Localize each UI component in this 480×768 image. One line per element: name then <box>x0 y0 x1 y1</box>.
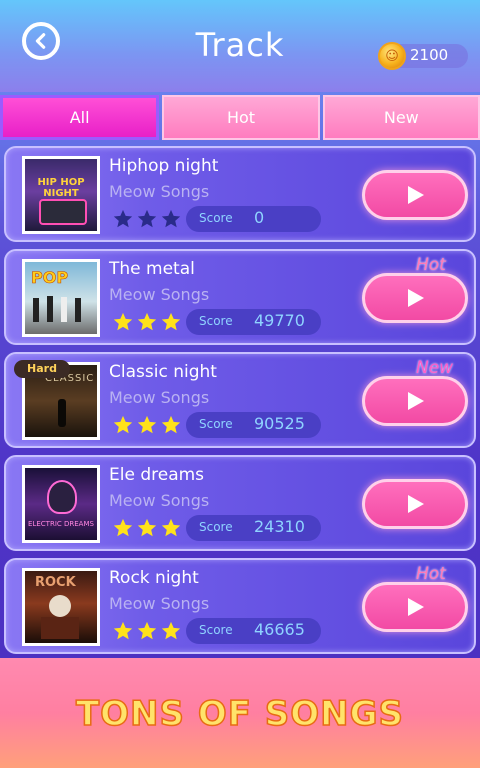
star-filled-icon <box>161 415 181 434</box>
star-filled-icon <box>137 415 157 434</box>
album-cover: POP <box>22 259 100 337</box>
play-icon <box>408 289 424 307</box>
star-empty-icon <box>161 209 181 228</box>
score-value: 49770 <box>254 311 305 330</box>
cover-text: POP <box>31 268 69 288</box>
tab-hot[interactable]: Hot <box>162 95 320 140</box>
album-cover: HIP HOP NIGHT <box>22 156 100 234</box>
score-value: 46665 <box>254 620 305 639</box>
star-filled-icon <box>113 518 133 537</box>
cover-text: ROCK <box>35 575 76 590</box>
song-card[interactable]: ROCK Rock night Meow Songs Score 46665 H… <box>4 558 476 654</box>
score-value: 90525 <box>254 414 305 433</box>
play-icon <box>408 495 424 513</box>
song-title: Ele dreams <box>109 465 205 485</box>
play-button[interactable] <box>362 479 468 529</box>
star-filled-icon <box>161 518 181 537</box>
cover-text: ELECTRIC DREAMS <box>28 520 94 528</box>
star-filled-icon <box>137 621 157 640</box>
tab-bar: All Hot New <box>0 95 480 140</box>
coin-icon: ☺ <box>378 42 406 70</box>
coin-value: 2100 <box>410 46 449 64</box>
tab-all[interactable]: All <box>0 95 160 140</box>
play-icon <box>408 186 424 204</box>
score-value: 24310 <box>254 517 305 536</box>
song-card[interactable]: HIP HOP NIGHT Hiphop night Meow Songs Sc… <box>4 146 476 242</box>
score-value: 0 <box>254 208 265 227</box>
play-button[interactable] <box>362 273 468 323</box>
star-rating <box>112 414 182 436</box>
star-filled-icon <box>113 621 133 640</box>
star-filled-icon <box>113 415 133 434</box>
song-card[interactable]: POP The metal Meow Songs Score 49770 Hot <box>4 249 476 345</box>
song-artist: Meow Songs <box>109 594 210 613</box>
star-filled-icon <box>161 621 181 640</box>
score-label: Score <box>199 623 233 637</box>
song-card[interactable]: ELECTRIC DREAMS Ele dreams Meow Songs Sc… <box>4 455 476 551</box>
star-filled-icon <box>137 312 157 331</box>
cover-text: HIP HOP NIGHT <box>37 177 85 199</box>
star-rating <box>112 517 182 539</box>
star-rating <box>112 208 182 230</box>
play-icon <box>408 392 424 410</box>
song-title: Hiphop night <box>109 156 219 176</box>
star-rating <box>112 620 182 642</box>
album-cover: ELECTRIC DREAMS <box>22 465 100 543</box>
hot-tag: Hot <box>416 255 446 275</box>
song-title: The metal <box>109 259 195 279</box>
song-card[interactable]: CLASSIC Hard Classic night Meow Songs Sc… <box>4 352 476 448</box>
play-button[interactable] <box>362 582 468 632</box>
tab-new[interactable]: New <box>322 95 480 140</box>
song-artist: Meow Songs <box>109 182 210 201</box>
score-label: Score <box>199 314 233 328</box>
new-tag: New <box>416 358 454 378</box>
star-filled-icon <box>113 312 133 331</box>
star-filled-icon <box>137 518 157 537</box>
song-artist: Meow Songs <box>109 388 210 407</box>
play-button[interactable] <box>362 376 468 426</box>
play-button[interactable] <box>362 170 468 220</box>
album-cover: ROCK <box>22 568 100 646</box>
star-filled-icon <box>161 312 181 331</box>
song-title: Rock night <box>109 568 199 588</box>
star-empty-icon <box>113 209 133 228</box>
song-artist: Meow Songs <box>109 285 210 304</box>
score-label: Score <box>199 520 233 534</box>
star-rating <box>112 311 182 333</box>
banner-text: TONS OF SONGS <box>75 693 405 735</box>
score-label: Score <box>199 211 233 225</box>
hot-tag: Hot <box>416 564 446 584</box>
song-artist: Meow Songs <box>109 491 210 510</box>
song-title: Classic night <box>109 362 217 382</box>
score-label: Score <box>199 417 233 431</box>
play-icon <box>408 598 424 616</box>
difficulty-badge: Hard <box>14 360 70 378</box>
star-empty-icon <box>137 209 157 228</box>
